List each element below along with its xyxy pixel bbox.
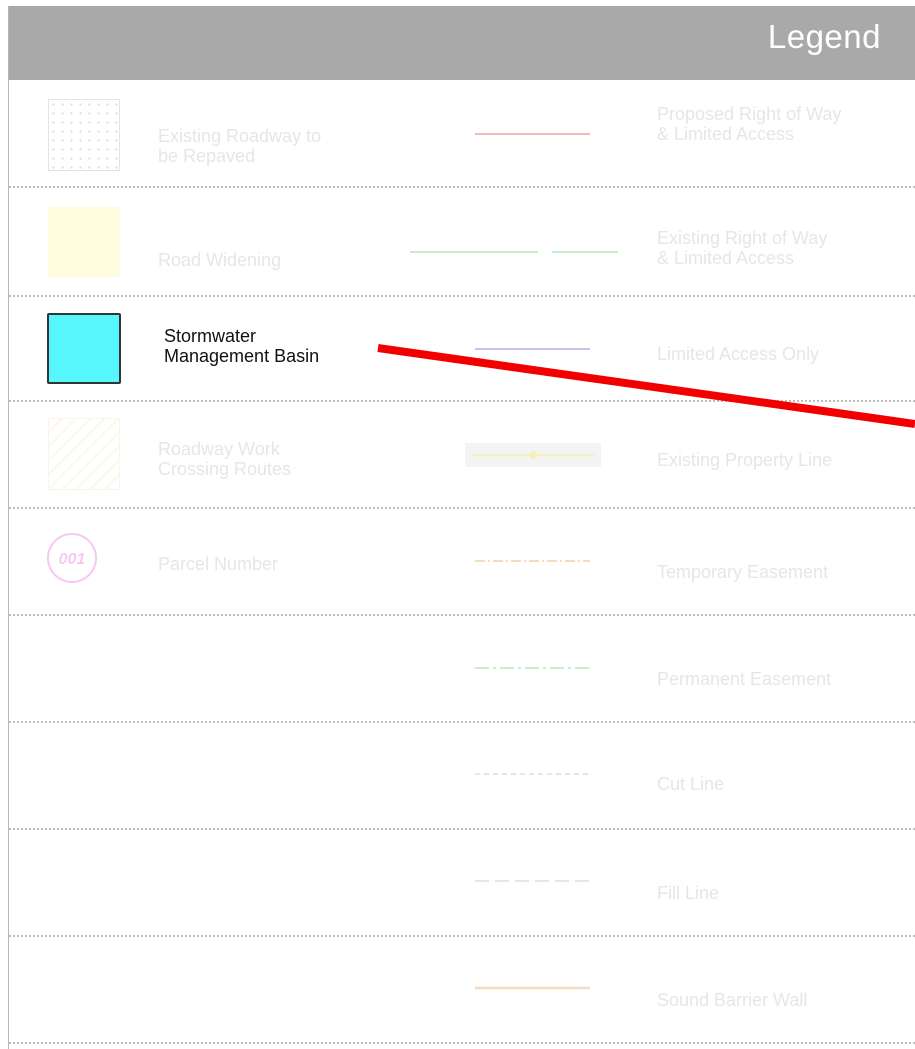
- label-fill-line: Fill Line: [657, 883, 720, 903]
- yellow-swatch-icon: [48, 207, 120, 277]
- label-roadway-work: Roadway Work Crossing Routes: [158, 439, 292, 479]
- label-stormwater-basin: Stormwater Management Basin: [164, 326, 320, 366]
- parcel-number-icon: 001: [47, 533, 97, 583]
- label-temporary-easement: Temporary Easement: [657, 562, 829, 582]
- cyan-swatch-icon: [47, 313, 121, 384]
- row-divider: [9, 721, 915, 723]
- label-road-widening: Road Widening: [158, 250, 282, 270]
- legend-title: Legend: [767, 18, 881, 55]
- hatched-swatch-icon: [48, 418, 120, 490]
- property-line-icon: [465, 443, 601, 467]
- legend-header: Legend: [9, 6, 915, 80]
- right-column-symbols-lower: [475, 773, 590, 990]
- row-divider: [9, 1042, 915, 1044]
- label-cut-line: Cut Line: [657, 774, 725, 794]
- legend-panel: Legend 001 Existing Roadway to be Repave…: [0, 0, 915, 1049]
- label-existing-row: Existing Right of Way & Limited Access: [657, 228, 828, 268]
- label-permanent-easement: Permanent Easement: [657, 669, 832, 689]
- stipple-swatch-icon: [48, 99, 120, 171]
- parcel-number-badge: 001: [59, 551, 86, 568]
- label-proposed-row: Proposed Right of Way & Limited Access: [657, 104, 842, 144]
- row-divider: [9, 828, 915, 830]
- row-divider: [9, 935, 915, 937]
- label-sound-barrier-wall: Sound Barrier Wall: [657, 990, 808, 1010]
- label-existing-roadway: Existing Roadway to be Repaved: [158, 126, 322, 166]
- label-limited-access-only: Limited Access Only: [657, 344, 820, 364]
- right-column-symbols: [410, 133, 618, 669]
- label-parcel-number: Parcel Number: [158, 554, 279, 574]
- label-existing-property-line: Existing Property Line: [657, 450, 833, 470]
- left-border: [8, 6, 9, 1049]
